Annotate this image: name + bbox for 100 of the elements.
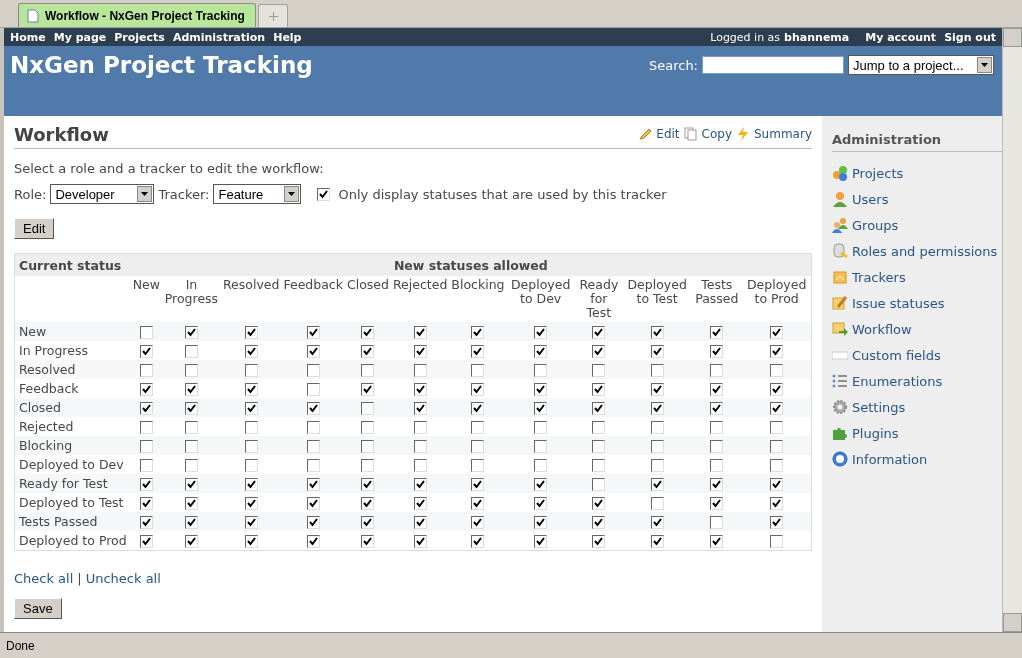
checkbox[interactable] [306,478,320,491]
checkbox[interactable] [471,345,485,358]
checkbox[interactable] [534,421,548,434]
checkbox[interactable] [361,440,375,453]
tracker-select[interactable]: Feature [213,184,302,204]
checkbox[interactable] [361,345,375,358]
action-link[interactable]: Copy [701,127,732,141]
search-field[interactable] [702,56,844,74]
sidebar-link[interactable]: Projects [832,160,1002,186]
uncheck-all-link[interactable]: Uncheck all [85,571,161,586]
checkbox[interactable] [770,364,784,377]
menu-link[interactable]: Projects [114,30,165,44]
checkbox[interactable] [139,402,153,415]
checkbox[interactable] [592,364,606,377]
checkbox[interactable] [139,516,153,529]
checkbox[interactable] [770,478,784,491]
checkbox[interactable] [534,345,548,358]
checkbox[interactable] [710,402,724,415]
user-link[interactable]: bhannema [784,30,850,44]
checkbox[interactable] [413,383,427,396]
sidebar-link[interactable]: Plugins [832,420,1002,446]
checkbox[interactable] [650,535,664,548]
checkbox[interactable] [306,364,320,377]
checkbox[interactable] [710,421,724,434]
checkbox[interactable] [534,326,548,339]
checkbox[interactable] [710,497,724,510]
checkbox[interactable] [592,535,606,548]
checkbox[interactable] [592,497,606,510]
checkbox[interactable] [184,345,198,358]
checkbox[interactable] [710,383,724,396]
checkbox[interactable] [306,516,320,529]
checkbox[interactable] [770,497,784,510]
role-select[interactable]: Developer [50,184,155,204]
checkbox[interactable] [244,516,258,529]
checkbox[interactable] [650,478,664,491]
checkbox[interactable] [139,345,153,358]
checkbox[interactable] [244,440,258,453]
checkbox[interactable] [244,421,258,434]
checkbox[interactable] [306,326,320,339]
action-link[interactable]: Edit [656,127,680,141]
checkbox[interactable] [471,421,485,434]
checkbox[interactable] [139,383,153,396]
browser-tab[interactable]: Workflow - NxGen Project Tracking [18,3,256,27]
checkbox[interactable] [650,516,664,529]
checkbox[interactable] [650,364,664,377]
checkbox[interactable] [244,326,258,339]
checkbox[interactable] [306,440,320,453]
checkbox[interactable] [770,383,784,396]
checkbox[interactable] [471,516,485,529]
checkbox[interactable] [184,459,198,472]
checkbox[interactable] [184,497,198,510]
checkbox[interactable] [184,421,198,434]
sidebar-link[interactable]: Settings [832,394,1002,420]
checkbox[interactable] [139,535,153,548]
checkbox[interactable] [471,402,485,415]
checkbox[interactable] [471,440,485,453]
checkbox[interactable] [534,478,548,491]
checkbox[interactable] [534,402,548,415]
checkbox[interactable] [244,535,258,548]
save-button[interactable]: Save [14,598,62,619]
checkbox[interactable] [413,345,427,358]
checkbox[interactable] [184,383,198,396]
checkbox[interactable] [244,497,258,510]
checkbox[interactable] [184,326,198,339]
checkbox[interactable] [306,345,320,358]
checkbox[interactable] [650,440,664,453]
checkbox[interactable] [306,497,320,510]
checkbox[interactable] [413,402,427,415]
checkbox[interactable] [534,383,548,396]
menu-link[interactable]: Home [10,30,46,44]
checkbox[interactable] [534,459,548,472]
project-select[interactable]: Jump to a project... [848,55,994,75]
checkbox[interactable] [471,326,485,339]
checkbox[interactable] [306,535,320,548]
checkbox[interactable] [471,497,485,510]
checkbox[interactable] [184,402,198,415]
checkbox[interactable] [710,459,724,472]
checkbox[interactable] [184,516,198,529]
checkbox[interactable] [471,364,485,377]
checkbox[interactable] [244,364,258,377]
sidebar-link[interactable]: Roles and permissions [832,238,1002,264]
checkbox[interactable] [361,421,375,434]
checkbox[interactable] [710,516,724,529]
checkbox[interactable] [650,421,664,434]
account-link[interactable]: My account [865,30,937,44]
checkbox[interactable] [244,478,258,491]
checkbox[interactable] [139,421,153,434]
checkbox[interactable] [413,497,427,510]
checkbox[interactable] [592,421,606,434]
checkbox[interactable] [139,440,153,453]
checkbox[interactable] [244,383,258,396]
checkbox[interactable] [244,459,258,472]
sidebar-link[interactable]: Enumerations [832,368,1002,394]
checkbox[interactable] [413,535,427,548]
checkbox[interactable] [413,440,427,453]
checkbox[interactable] [361,364,375,377]
checkbox[interactable] [710,478,724,491]
checkbox[interactable] [471,535,485,548]
checkbox[interactable] [592,440,606,453]
checkbox[interactable] [361,326,375,339]
